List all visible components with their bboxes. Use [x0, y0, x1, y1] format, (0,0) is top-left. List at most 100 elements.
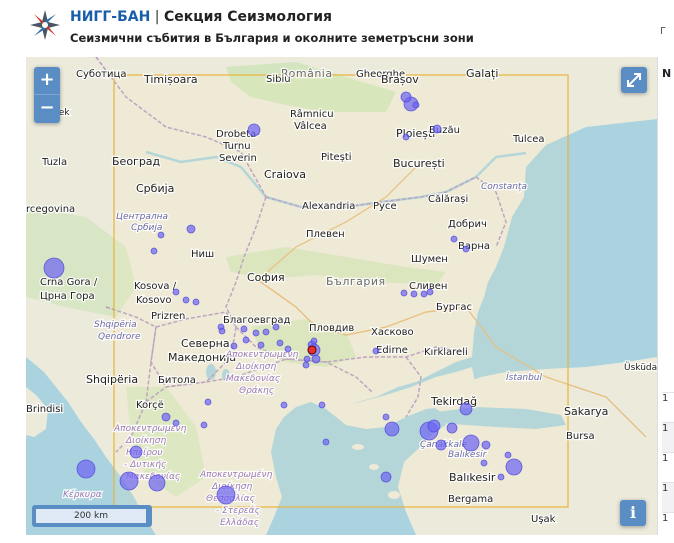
map-label-shqiperia2: Shqipëria — [86, 373, 138, 386]
earthquake-marker[interactable] — [481, 440, 491, 450]
earthquake-marker[interactable] — [427, 419, 441, 433]
earthquake-marker[interactable] — [43, 257, 65, 279]
earthquake-marker[interactable] — [462, 245, 470, 253]
zoom-in-button[interactable]: + — [34, 67, 60, 94]
map-label-ruse: Русе — [373, 201, 397, 212]
map-label-makedonias: Μακεδονίας — [226, 374, 280, 384]
earthquake-marker[interactable] — [148, 474, 166, 492]
brand-name[interactable]: НИГГ-БАН — [70, 9, 150, 25]
map-label-nis: Ниш — [191, 249, 214, 260]
table-row[interactable]: 1 — [662, 422, 674, 453]
earthquake-marker[interactable] — [432, 124, 442, 134]
table-row[interactable]: 1 — [662, 512, 674, 543]
site-header: НИГГ-БАН | Секция Сеизмология Сеизмични … — [0, 0, 674, 57]
earthquake-marker[interactable] — [76, 459, 96, 479]
earthquake-marker[interactable] — [450, 235, 458, 243]
earthquake-marker[interactable] — [257, 341, 265, 349]
earthquake-marker[interactable] — [240, 325, 248, 333]
info-button[interactable]: i — [620, 500, 646, 526]
earthquake-marker[interactable] — [400, 91, 412, 103]
scale-label: 200 km — [36, 509, 146, 523]
map-label-qendrore: Qendrore — [98, 332, 141, 342]
earthquake-marker[interactable] — [216, 485, 236, 505]
header-corner-mark: Г — [660, 26, 667, 37]
map-label-stereas: - Στερεάς — [216, 506, 260, 516]
earthquake-marker[interactable] — [382, 413, 390, 421]
earthquake-marker[interactable] — [322, 438, 330, 446]
map-label-edirne: Edirne — [376, 345, 408, 356]
earthquake-marker[interactable] — [310, 337, 318, 345]
earthquake-marker[interactable] — [218, 327, 226, 335]
seismic-map[interactable]: Суботица Timișoara România Sibiu Gheorghe Bra… — [26, 57, 657, 535]
earthquake-marker[interactable] — [157, 231, 165, 239]
table-row[interactable]: 1 — [662, 392, 674, 423]
earthquake-marker[interactable] — [504, 451, 512, 459]
earthquake-marker[interactable] — [380, 471, 392, 483]
earthquake-marker[interactable] — [280, 401, 288, 409]
earthquake-marker[interactable] — [192, 298, 200, 306]
map-label-kosovo2: Kosovo — [136, 295, 172, 306]
earthquake-marker[interactable] — [230, 342, 238, 350]
earthquake-marker[interactable] — [172, 288, 180, 296]
earthquake-marker[interactable] — [247, 123, 261, 137]
earthquake-marker[interactable] — [384, 421, 400, 437]
earthquake-marker[interactable] — [505, 458, 523, 476]
earthquake-marker[interactable] — [161, 412, 171, 422]
map-label-balikesir2: Balıkesir — [449, 471, 496, 484]
earthquake-marker[interactable] — [497, 473, 505, 481]
earthquake-marker[interactable] — [426, 288, 434, 296]
map-label-ramnicu: Râmnicu — [290, 108, 334, 120]
earthquake-marker[interactable] — [186, 224, 196, 234]
earthquake-marker[interactable] — [400, 289, 408, 297]
latest-earthquake-marker[interactable] — [307, 345, 317, 355]
map-label-sibiu: Sibiu — [266, 74, 291, 85]
earthquake-marker[interactable] — [150, 247, 158, 255]
earthquake-marker[interactable] — [462, 434, 480, 452]
earthquake-marker[interactable] — [446, 422, 458, 434]
earthquake-marker[interactable] — [284, 345, 292, 353]
table-row[interactable]: 1 — [662, 482, 674, 513]
earthquake-marker[interactable] — [182, 296, 190, 304]
earthquake-marker[interactable] — [459, 402, 473, 416]
earthquake-marker[interactable] — [318, 401, 326, 409]
fullscreen-button[interactable] — [621, 67, 647, 93]
map-label-crnagora2: Црна Гора — [40, 291, 95, 302]
title-separator: | — [154, 9, 160, 25]
map-label-alexandria: Alexandria — [302, 201, 355, 212]
earthquake-marker[interactable] — [311, 354, 321, 364]
earthquake-marker[interactable] — [200, 421, 208, 429]
map-label-crnagora1: Crna Gora / — [40, 277, 98, 288]
earthquake-marker[interactable] — [303, 355, 311, 363]
earthquake-marker[interactable] — [276, 339, 284, 347]
zoom-control: + − — [34, 67, 60, 123]
earthquake-marker[interactable] — [435, 439, 447, 451]
map-label-elladas: Ελλάδας — [220, 518, 259, 528]
earthquake-marker[interactable] — [302, 361, 310, 369]
earthquake-marker[interactable] — [262, 328, 270, 336]
section-name: Секция Сеизмология — [163, 9, 333, 25]
zoom-out-button[interactable]: − — [34, 94, 60, 122]
earthquake-marker[interactable] — [372, 347, 380, 355]
map-label-craiova: Craiova — [264, 168, 306, 181]
earthquake-marker[interactable] — [412, 101, 420, 109]
map-label-centralna: Централна — [116, 212, 168, 222]
earthquake-events-layer[interactable]: Суботица Timișoara RomâniaSibiu GheorgheBra… — [26, 57, 657, 535]
map-label-istanbul: İstanbul — [506, 372, 543, 383]
earthquake-marker[interactable] — [272, 323, 280, 331]
earthquake-marker[interactable] — [242, 336, 250, 344]
table-row[interactable]: 1 — [662, 452, 674, 483]
earthquake-marker[interactable] — [410, 290, 418, 298]
earthquake-marker[interactable] — [204, 398, 212, 406]
map-label-dioikisi2: Διοίκηση — [125, 436, 166, 446]
earthquake-marker[interactable] — [129, 445, 143, 459]
earthquake-marker[interactable] — [402, 133, 410, 141]
niggg-logo-icon[interactable] — [28, 8, 62, 42]
earthquake-marker[interactable] — [480, 459, 488, 467]
earthquake-marker[interactable] — [172, 419, 180, 427]
earthquake-marker[interactable] — [252, 329, 260, 337]
earthquake-marker[interactable] — [119, 471, 139, 491]
map-label-dioikisi1: Διοίκηση — [235, 362, 276, 372]
earthquake-marker[interactable] — [420, 290, 428, 298]
map-label-brasov: Brașov — [381, 73, 419, 86]
map-label-severna: Северна — [181, 337, 230, 350]
